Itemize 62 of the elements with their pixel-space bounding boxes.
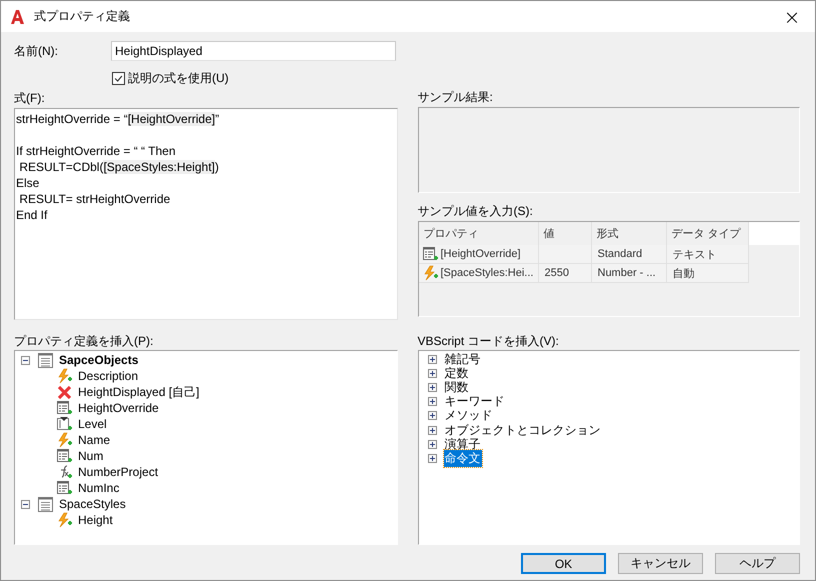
table-cell: Standard <box>598 248 642 260</box>
name-field[interactable]: HeightDisplayed <box>111 41 396 61</box>
checkbox-label[interactable]: 説明の式を使用(U) <box>128 70 229 86</box>
expand-icon[interactable] <box>428 354 436 364</box>
expand-icon[interactable] <box>428 454 436 463</box>
error-icon <box>56 384 73 400</box>
table-cell: [SpaceStyles:Hei... <box>440 267 534 279</box>
level-icon <box>56 416 73 432</box>
name-label: 名前(N): <box>14 44 59 58</box>
expression-field[interactable]: strHeightOverride = “[HeightOverride]” If strHeightOverride = “ “ Then RESULT=CDbl([SpaceStyles:Height]) Else RESULT= strHeightOverride End If <box>14 108 398 320</box>
dialog-button[interactable]: OK <box>521 553 606 574</box>
tree-item[interactable]: Height <box>77 513 114 527</box>
close-button[interactable]: × <box>769 1 815 32</box>
lightning-icon <box>56 432 73 448</box>
column-header[interactable]: データ タイプ <box>666 222 748 245</box>
sample-values-label: サンプル値を入力(S): <box>418 204 533 218</box>
document-icon <box>37 496 54 512</box>
lightning-icon <box>56 368 73 384</box>
expression-label: 式(F): <box>14 91 45 105</box>
lightning-icon <box>56 512 73 528</box>
tree-item[interactable]: NumberProject <box>77 465 160 479</box>
table-cell-text: テキスト <box>672 248 716 262</box>
header-filler <box>748 222 799 245</box>
collapse-icon[interactable] <box>21 356 30 364</box>
window-title: 式プロパティ定義 <box>34 8 131 25</box>
lightning-icon <box>422 264 438 282</box>
checkbox[interactable] <box>112 72 125 84</box>
sample-result-label: サンプル結果: <box>418 90 493 104</box>
column-header[interactable]: 値 <box>538 222 592 245</box>
list-icon <box>56 480 73 496</box>
list-icon <box>56 448 73 464</box>
expand-icon[interactable] <box>428 426 436 435</box>
expand-icon[interactable] <box>428 411 436 420</box>
table-cell: [HeightOverride] <box>440 248 521 260</box>
dialog-button[interactable]: キャンセル <box>618 553 703 574</box>
tree-item[interactable]: Level <box>77 417 108 431</box>
dialog-button[interactable]: ヘルプ <box>715 553 800 574</box>
table-cell: Number - ... <box>598 267 656 279</box>
property-tree-label: プロパティ定義を挿入(P): <box>14 334 154 348</box>
tree-item[interactable]: Name <box>77 433 112 447</box>
expand-icon[interactable] <box>428 397 436 406</box>
table-row[interactable]: [SpaceStyles:Hei... 2550 Number - ... 自動 <box>418 264 748 283</box>
app-logo-icon <box>9 8 25 24</box>
expand-icon[interactable] <box>428 368 436 378</box>
table-cell: 2550 <box>544 267 569 279</box>
tree-item[interactable]: HeightDisplayed [自己] <box>77 384 200 400</box>
expand-icon[interactable] <box>428 440 436 449</box>
column-header[interactable]: 形式 <box>592 222 666 245</box>
list-icon <box>422 246 438 262</box>
list-icon <box>56 400 73 416</box>
collapse-icon[interactable] <box>21 500 30 508</box>
vbscript-tree-label: VBScript コードを挿入(V): <box>418 334 559 348</box>
tree-item[interactable]: Num <box>77 449 104 463</box>
table-row[interactable]: [HeightOverride] Standard テキスト <box>418 245 748 264</box>
tree-item[interactable]: NumInc <box>77 481 120 495</box>
tree-item[interactable]: SapceObjects <box>58 353 140 367</box>
table-cell-text: 自動 <box>672 266 694 280</box>
tree-item[interactable]: SpaceStyles <box>58 497 127 511</box>
expand-icon[interactable] <box>428 382 436 392</box>
tree-item[interactable]: 命令文 <box>444 450 482 467</box>
tree-item[interactable]: HeightOverride <box>77 401 160 415</box>
tree-item[interactable]: Description <box>77 369 140 383</box>
